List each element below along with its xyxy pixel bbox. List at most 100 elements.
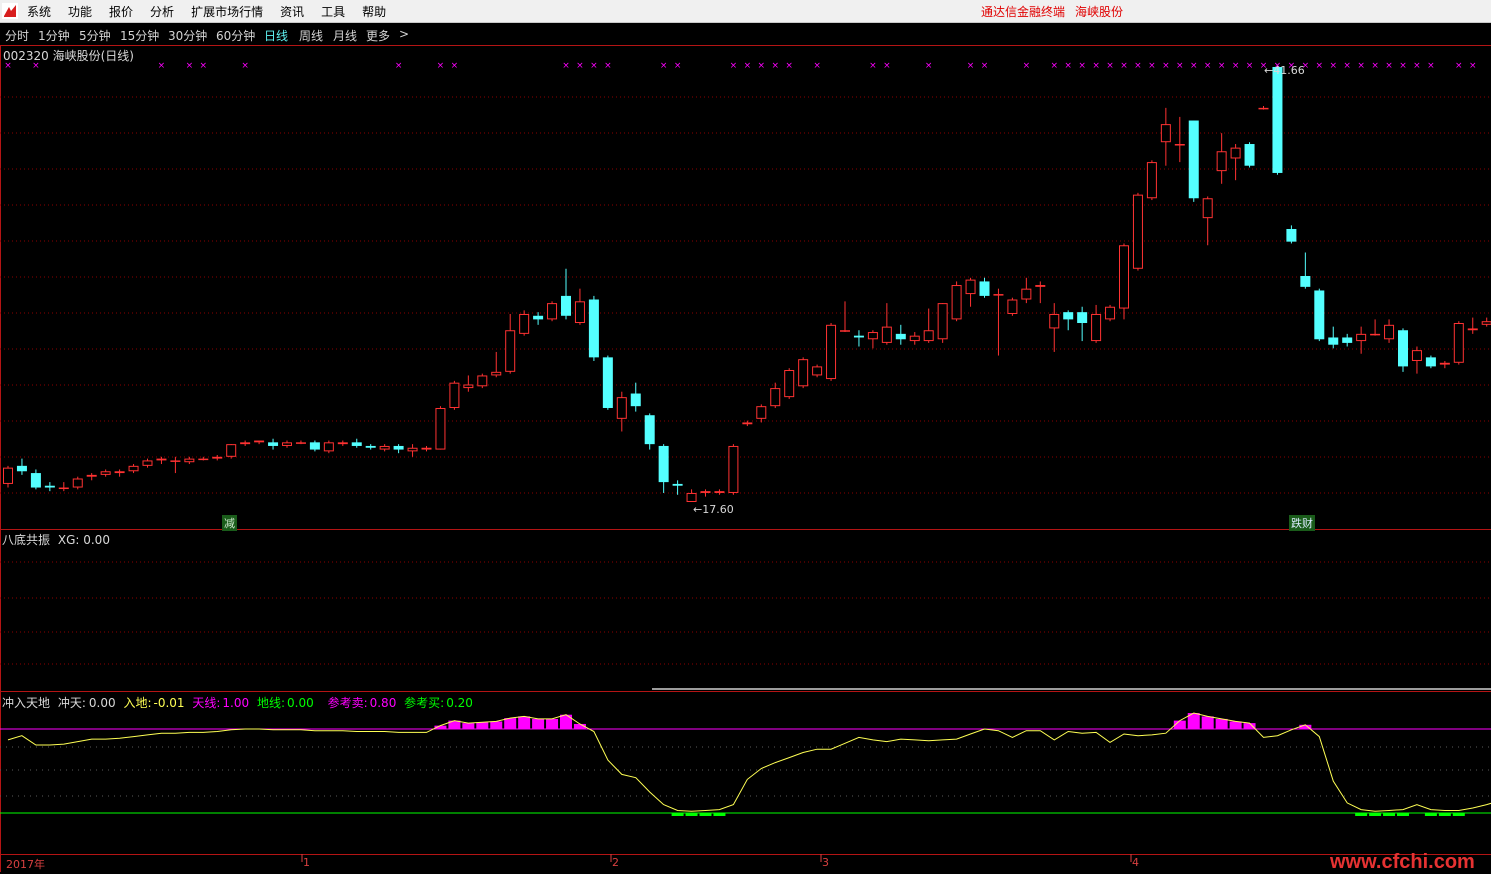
candle-body <box>283 443 292 446</box>
menu-news[interactable]: 资讯 <box>280 3 304 20</box>
sky-breach-bar <box>1202 716 1214 729</box>
menu-quote[interactable]: 报价 <box>109 3 133 20</box>
candle <box>1217 133 1226 184</box>
candle <box>701 489 710 496</box>
candle-body <box>1189 121 1199 199</box>
period-tab-daily[interactable]: 日线 <box>264 27 288 44</box>
candle <box>296 441 305 445</box>
period-tab-monthly[interactable]: 月线 <box>333 27 357 44</box>
period-tab-1min[interactable]: 1分钟 <box>38 27 70 44</box>
candle <box>1175 117 1184 162</box>
candle <box>1412 347 1421 374</box>
candle-body <box>575 302 584 323</box>
candle <box>1468 318 1477 334</box>
candle <box>506 314 515 374</box>
x-marker: × <box>967 61 975 71</box>
candle-body <box>938 304 947 339</box>
candle <box>561 269 571 320</box>
candle <box>687 489 696 502</box>
candle-body <box>1259 108 1268 109</box>
candle-body <box>213 457 222 458</box>
candle <box>394 444 404 453</box>
period-tab-intraday[interactable]: 分时 <box>5 27 29 44</box>
period-tab-30min[interactable]: 30分钟 <box>168 27 207 44</box>
x-marker: × <box>1023 61 1031 71</box>
sky-breach-bar <box>462 723 474 729</box>
candle <box>283 441 292 448</box>
candle <box>729 444 738 495</box>
ground-breach-bar <box>1425 813 1437 816</box>
candle-body <box>87 475 96 476</box>
candle <box>1189 121 1199 202</box>
xg-label: XG: <box>58 533 80 547</box>
candle <box>436 406 445 449</box>
candle <box>1272 67 1282 175</box>
candle-body <box>841 331 850 332</box>
period-tab-5min[interactable]: 5分钟 <box>79 27 111 44</box>
menu-extended-market[interactable]: 扩展市场行情 <box>191 3 263 20</box>
x-marker: × <box>869 61 877 71</box>
candle <box>631 383 641 412</box>
x-marker: × <box>1162 61 1170 71</box>
sky-breach-bar <box>476 722 488 729</box>
panel3-header: 冲入天地 冲天:0.00 入地:-0.01 天线:1.00 地线:0.00 参考… <box>2 694 473 711</box>
x-marker: × <box>562 61 570 71</box>
candle-body <box>352 442 362 446</box>
candle-body <box>59 488 68 489</box>
candle-body <box>1371 334 1380 335</box>
menu-help[interactable]: 帮助 <box>362 3 386 20</box>
candle <box>324 441 333 454</box>
dixian-value: 0.00 <box>287 696 314 710</box>
candle <box>757 404 766 422</box>
candle-body <box>561 296 571 316</box>
candle <box>1008 298 1017 316</box>
candle-body <box>31 473 41 487</box>
candle <box>1022 278 1031 303</box>
candle-body <box>1063 312 1073 319</box>
candle <box>520 310 529 335</box>
axis-year-label: 2017年 <box>6 856 45 872</box>
candle-body <box>603 357 613 408</box>
menu-tools[interactable]: 工具 <box>321 3 345 20</box>
candle-body <box>617 398 626 419</box>
menu-system[interactable]: 系统 <box>27 3 51 20</box>
candle <box>1133 193 1142 271</box>
candle <box>143 459 152 468</box>
candle-body <box>980 281 990 295</box>
menu-function[interactable]: 功能 <box>68 3 92 20</box>
candle-body <box>673 484 683 486</box>
candle-body <box>324 443 333 451</box>
candle-body <box>1342 337 1352 342</box>
chart-area[interactable]: ××××××××××××××××××××××××××××××××××××××××… <box>0 45 1491 872</box>
signal-markers: ××××××××××××××××××××××××××××××××××××××××… <box>4 61 1476 71</box>
x-marker: × <box>590 61 598 71</box>
main-menu: 系统 功能 报价 分析 扩展市场行情 资讯 工具 帮助 <box>27 0 403 23</box>
period-tab-more[interactable]: 更多 <box>366 27 390 44</box>
candle <box>896 325 906 345</box>
menu-analysis[interactable]: 分析 <box>150 3 174 20</box>
rudi-label: 入地: <box>123 696 151 710</box>
candle-body <box>241 443 250 444</box>
low-price-label: ←17.60 <box>693 503 734 516</box>
candle <box>1300 252 1310 288</box>
candle <box>241 441 250 446</box>
app-title: 通达信金融终端 <box>981 3 1065 20</box>
period-tab-15min[interactable]: 15分钟 <box>120 27 159 44</box>
candle <box>1106 305 1115 321</box>
app-logo-icon <box>2 3 18 19</box>
period-tab-60min[interactable]: 60分钟 <box>216 27 255 44</box>
candle-body <box>143 461 152 465</box>
x-marker: × <box>395 61 403 71</box>
candle-body <box>645 415 655 444</box>
candle-body <box>785 371 794 397</box>
more-arrow-icon[interactable]: > <box>399 27 409 41</box>
x-marker: × <box>925 61 933 71</box>
candle <box>1092 305 1101 343</box>
candle-body <box>380 446 389 449</box>
candle-body <box>1022 289 1031 299</box>
period-tab-weekly[interactable]: 周线 <box>299 27 323 44</box>
menu-bar: 系统 功能 报价 分析 扩展市场行情 资讯 工具 帮助 通达信金融终端 海峡股份 <box>0 0 1491 23</box>
x-marker: × <box>1120 61 1128 71</box>
dixian-label: 地线: <box>257 696 285 710</box>
candle-body <box>757 407 766 419</box>
